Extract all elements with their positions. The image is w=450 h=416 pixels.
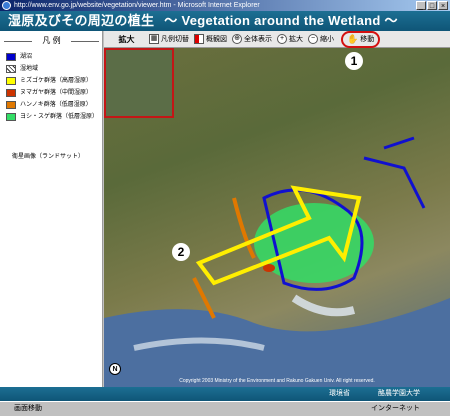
legend-icon: ▦ — [149, 34, 159, 44]
footer-ministry[interactable]: 環境省 — [329, 387, 350, 401]
move-button[interactable]: ✋ 移動 — [341, 30, 381, 48]
toolbar-zoom-title: 拡大 — [118, 34, 135, 44]
urban-area — [291, 294, 356, 317]
minimize-button[interactable]: _ — [416, 1, 426, 10]
legend-swatch — [6, 77, 16, 85]
page-title-ja: 湿原及びその周辺の植生 — [8, 13, 155, 28]
page-header: 湿原及びその周辺の植生 ～ Vegetation around the Wetl… — [0, 11, 450, 31]
legend-swatch — [6, 53, 16, 61]
alder-areas — [192, 197, 256, 319]
zoom-out-button[interactable]: − 縮小 — [308, 34, 334, 44]
callout-two: 2 — [172, 243, 190, 261]
legend-label: ヌマガヤ群落（中間湿原） — [20, 90, 93, 96]
zoom-in-icon: + — [277, 34, 287, 44]
zoom-in-button[interactable]: + 拡大 — [277, 34, 303, 44]
window-title: http://www.env.go.jp/website/vegetation/… — [14, 2, 260, 9]
legend-toggle-label: 凡例切替 — [161, 36, 189, 43]
window-titlebar: http://www.env.go.jp/website/vegetation/… — [0, 0, 450, 11]
legend-swatch — [6, 89, 16, 97]
north-arrow-icon: N — [109, 363, 121, 375]
show-all-button[interactable]: ⊕ 全体表示 — [232, 34, 272, 44]
zoom-out-label: 縮小 — [320, 36, 334, 43]
legend-label: 湖沼 — [20, 54, 33, 60]
hand-icon: ✋ — [347, 33, 359, 44]
legend-swatch — [6, 65, 16, 73]
footer-university[interactable]: 酪農学園大学 — [378, 387, 420, 401]
legend-label: ミズゴケ群落（高層湿原） — [20, 78, 93, 84]
map-toolbar: 拡大 ▦ 凡例切替 概観図 ⊕ 全体表示 + 拡大 − 縮小 ✋ 移動 — [104, 30, 450, 48]
legend-swatch — [6, 101, 16, 109]
status-zone: インターネット — [371, 405, 420, 412]
overview-toggle-button[interactable]: 概観図 — [194, 34, 227, 44]
legend-item-sphagnum: ミズゴケ群落（高層湿原） — [6, 77, 101, 85]
move-label: 移動 — [360, 36, 375, 43]
legend-swatch — [6, 113, 16, 121]
show-all-label: 全体表示 — [244, 36, 272, 43]
status-text: 画面移動 — [14, 405, 42, 412]
callout-one: 1 — [345, 52, 363, 70]
legend-item-reed: ヨシ・スゲ群落（低層湿原） — [6, 113, 101, 121]
legend-item-lake: 湖沼 — [6, 53, 101, 61]
maximize-button[interactable]: □ — [427, 1, 437, 10]
map-copyright: Copyright 2003 Ministry of the Environme… — [179, 378, 375, 384]
zoom-out-icon: − — [308, 34, 318, 44]
page-title-en: ～ Vegetation around the Wetland ～ — [164, 13, 398, 28]
page-footer: 環境省 酪農学園大学 — [0, 387, 450, 401]
overview-map[interactable] — [104, 48, 174, 118]
legend-list: 湖沼 湿地域 ミズゴケ群落（高層湿原） ヌマガヤ群落（中間湿原） ハンノキ群落（… — [6, 53, 101, 125]
legend-item-moliniopsis: ヌマガヤ群落（中間湿原） — [6, 89, 101, 97]
legend-item-wetland: 湿地域 — [6, 65, 101, 73]
river-lines — [363, 136, 426, 209]
overview-icon — [194, 34, 204, 44]
window-controls: _ □ × — [416, 1, 448, 10]
legend-label: ハンノキ群落（低層湿原） — [20, 102, 92, 108]
legend-toggle-button[interactable]: ▦ 凡例切替 — [149, 34, 189, 44]
legend-landsat-label: 衛星画像（ランドサット） — [12, 154, 85, 160]
legend-title: 凡 例 — [4, 35, 99, 47]
status-bar: 画面移動 インターネット — [0, 401, 450, 416]
close-button[interactable]: × — [438, 1, 448, 10]
legend-item-alder: ハンノキ群落（低層湿原） — [6, 101, 101, 109]
legend-label: ヨシ・スゲ群落（低層湿原） — [20, 114, 99, 120]
browser-icon — [2, 1, 11, 10]
satellite-map[interactable]: N Copyright 2003 Ministry of the Environ… — [104, 48, 450, 387]
magnifier-icon: ⊕ — [232, 34, 242, 44]
legend-panel: 凡 例 湖沼 湿地域 ミズゴケ群落（高層湿原） ヌマガヤ群落（中間湿原） ハンノ… — [0, 31, 103, 387]
legend-label: 湿地域 — [20, 66, 39, 72]
overview-toggle-label: 概観図 — [206, 36, 227, 43]
zoom-in-label: 拡大 — [289, 36, 303, 43]
